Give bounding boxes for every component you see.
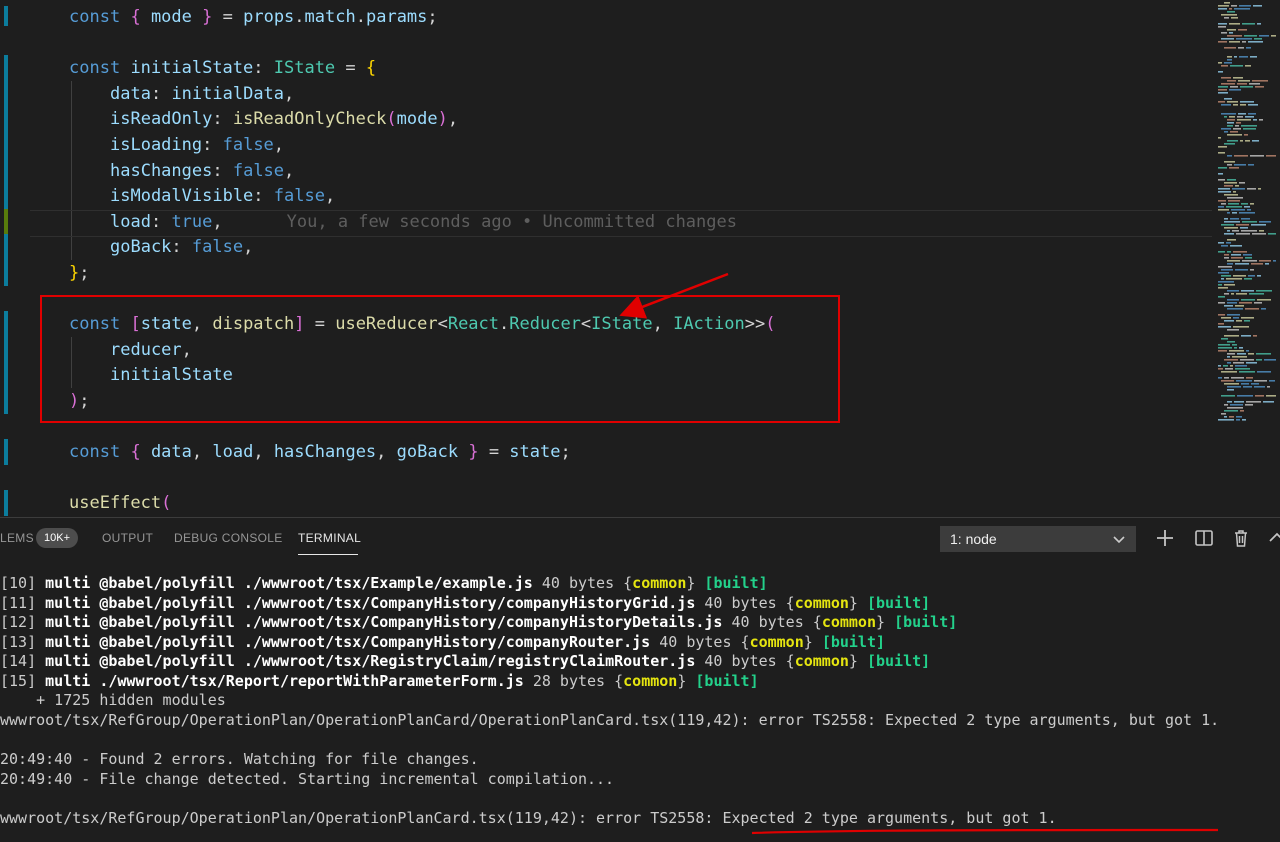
bottom-panel: LEMS 10K+ OUTPUT DEBUG CONSOLE TERMINAL … xyxy=(0,517,1280,842)
annotation-error-underline xyxy=(751,828,1219,835)
annotation-arrow xyxy=(619,272,729,319)
code-editor[interactable]: const { mode } = props.match.params; cons… xyxy=(0,0,1280,517)
